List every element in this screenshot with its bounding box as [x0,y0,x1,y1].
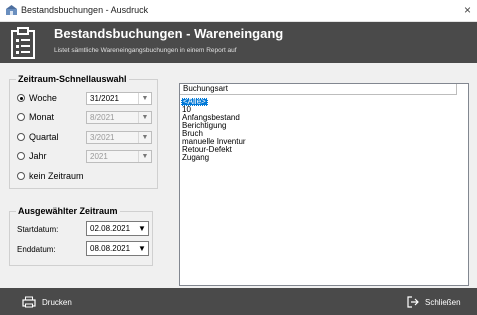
radio-month-indicator[interactable] [17,113,25,121]
quarter-select: 3/2021 ▼ [86,131,152,144]
quarter-select-value: 3/2021 [90,133,115,142]
window-title: Bestandsbuchungen - Ausdruck [21,5,149,15]
page-title: Bestandsbuchungen - Wareneingang [54,26,284,41]
quick-select-legend: Zeitraum-Schnellauswahl [16,74,129,84]
chevron-down-icon[interactable]: ▼ [138,93,151,104]
radio-no-period[interactable]: kein Zeitraum [17,169,84,183]
week-select-value: 31/2021 [90,94,119,103]
start-date-picker[interactable]: 02.08.2021 ▼ [86,221,149,236]
print-button-label: Drucken [42,297,72,307]
radio-week-indicator[interactable] [17,94,25,102]
end-date-picker[interactable]: 08.08.2021 ▼ [86,241,149,256]
booking-type-list[interactable]: Buchungsart <Alle> 10 Anfangsbestand Ber… [179,83,469,286]
week-select[interactable]: 31/2021 ▼ [86,92,152,105]
chevron-down-icon: ▼ [138,151,151,162]
booking-type-items: <Alle> 10 Anfangsbestand Berichtigung Br… [180,96,246,162]
radio-quarter-indicator[interactable] [17,133,25,141]
radio-quarter[interactable]: Quartal [17,130,59,144]
radio-year-label: Jahr [29,151,47,161]
page-subtitle: Listet sämtliche Wareneingangsbuchungen … [54,47,237,54]
booking-type-column-header[interactable]: Buchungsart [180,84,457,95]
start-date-label: Startdatum: [17,225,59,234]
end-date-value: 08.08.2021 [90,244,131,253]
exit-icon [407,296,419,308]
close-button[interactable]: Schließen [407,294,461,310]
radio-no-period-label: kein Zeitraum [29,171,84,181]
booking-type-header-label: Buchungsart [183,84,228,93]
end-date-label: Enddatum: [17,245,56,254]
month-select-value: 8/2021 [90,113,115,122]
clipboard-list-icon [11,27,35,59]
chevron-down-icon: ▼ [138,112,151,123]
close-button-label: Schließen [425,297,461,307]
radio-year-indicator[interactable] [17,152,25,160]
chevron-down-icon: ▼ [138,132,151,143]
selected-range-group: Ausgewählter Zeitraum Startdatum: 02.08.… [9,206,153,266]
header-banner: Bestandsbuchungen - Wareneingang Listet … [0,22,477,63]
list-item[interactable]: Zugang [180,154,246,162]
radio-quarter-label: Quartal [29,132,59,142]
year-select: 2021 ▼ [86,150,152,163]
print-button[interactable]: Drucken [22,294,72,310]
app-icon [6,5,17,15]
footer-bar: Drucken Schließen [0,288,477,315]
window-close-button[interactable]: × [464,3,471,17]
year-select-value: 2021 [90,152,108,161]
radio-month-label: Monat [29,112,55,122]
radio-year[interactable]: Jahr [17,149,47,163]
selected-range-legend: Ausgewählter Zeitraum [16,206,120,216]
printer-icon [22,296,36,308]
start-date-value: 02.08.2021 [90,224,131,233]
month-select: 8/2021 ▼ [86,111,152,124]
chevron-down-icon[interactable]: ▼ [136,222,148,235]
chevron-down-icon[interactable]: ▼ [136,242,148,255]
radio-month[interactable]: Monat [17,110,54,124]
window-titlebar: Bestandsbuchungen - Ausdruck × [0,0,477,22]
radio-no-period-indicator[interactable] [17,172,25,180]
quick-select-group: Zeitraum-Schnellauswahl Woche 31/2021 ▼ … [9,74,158,189]
radio-week[interactable]: Woche [17,91,57,105]
radio-week-label: Woche [29,93,57,103]
